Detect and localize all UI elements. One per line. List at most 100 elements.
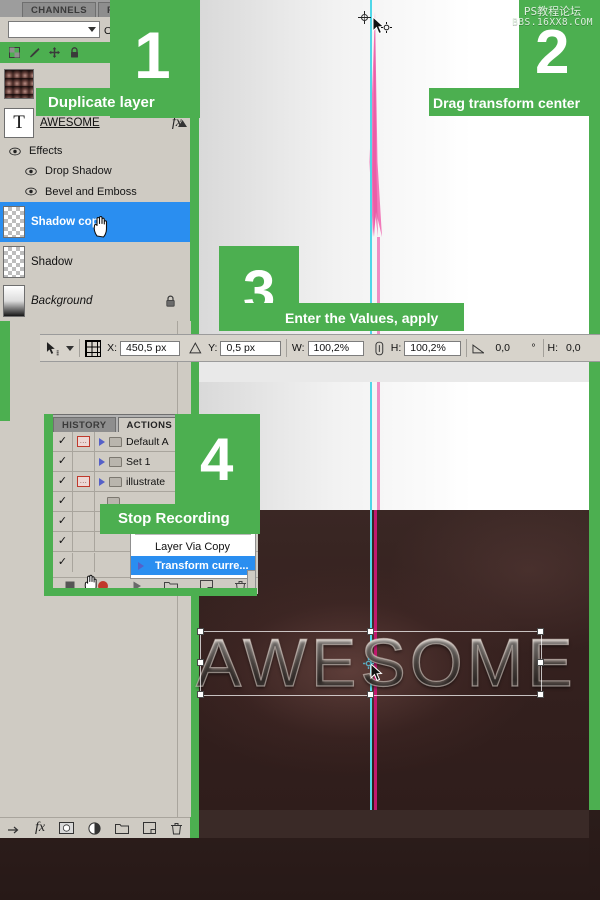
link-wh-icon[interactable] bbox=[374, 341, 385, 356]
lock-transparent-pixels-icon[interactable] bbox=[9, 47, 20, 58]
selection-handle-tl[interactable] bbox=[197, 628, 204, 635]
layer-row-effects[interactable]: Effects bbox=[0, 141, 190, 162]
lock-image-pixels-icon[interactable] bbox=[29, 47, 40, 58]
layer-row-background[interactable]: Background bbox=[0, 281, 190, 322]
callout-1-number: 1 bbox=[134, 18, 171, 92]
selection-handle-bl[interactable] bbox=[197, 691, 204, 698]
action-toggle-checkbox[interactable]: ✓ bbox=[53, 512, 73, 531]
folder-icon bbox=[109, 456, 122, 467]
callout-1-text: Duplicate layer bbox=[48, 94, 155, 111]
hand-cursor-icon bbox=[93, 215, 108, 238]
pink-stretched-shape bbox=[369, 12, 382, 237]
action-modal-toggle[interactable] bbox=[73, 552, 95, 572]
desktop-dark-strip bbox=[0, 838, 600, 900]
eye-icon[interactable] bbox=[25, 187, 37, 196]
degree-unit: ° bbox=[531, 342, 536, 354]
tab-channels[interactable]: CHANNELS bbox=[22, 2, 96, 17]
selection-handle-ml[interactable] bbox=[197, 659, 204, 666]
eye-icon[interactable] bbox=[9, 147, 21, 156]
action-toggle-checkbox[interactable]: ✓ bbox=[53, 552, 73, 572]
watermark-line-1: PS教程论坛 bbox=[523, 5, 582, 18]
layer-row-shadow-copy[interactable]: Shadow copy bbox=[0, 202, 190, 243]
action-toggle-checkbox[interactable]: ✓ bbox=[53, 432, 73, 451]
y-input[interactable]: 0,5 px bbox=[220, 340, 281, 356]
action-modal-toggle[interactable]: ... bbox=[73, 472, 95, 491]
action-toggle-checkbox[interactable]: ✓ bbox=[53, 452, 73, 471]
new-adjustment-layer-icon[interactable] bbox=[88, 821, 101, 835]
action-modal-toggle[interactable] bbox=[73, 532, 95, 551]
callout-2-number: 2 bbox=[535, 18, 570, 87]
add-layer-style-icon[interactable]: fx bbox=[35, 820, 45, 836]
callout-2-text: Drag transform center bbox=[433, 95, 581, 111]
expand-triangle-icon[interactable] bbox=[99, 457, 105, 466]
layer-row-label: Bevel and Emboss bbox=[45, 185, 137, 198]
options-divider bbox=[465, 339, 467, 357]
action-toggle-checkbox[interactable]: ✓ bbox=[53, 472, 73, 491]
context-menu-divider bbox=[135, 534, 251, 535]
folder-icon bbox=[109, 476, 122, 487]
expand-triangle-icon[interactable] bbox=[138, 562, 144, 570]
action-modal-toggle[interactable] bbox=[73, 452, 95, 471]
w-label: W: bbox=[291, 342, 305, 354]
layer-row-label: Background bbox=[31, 295, 93, 307]
tool-preset-chevron-icon[interactable] bbox=[65, 345, 74, 351]
expand-triangle-icon[interactable] bbox=[99, 477, 105, 486]
context-menu-item-transform-current[interactable]: Transform curre... bbox=[131, 556, 255, 575]
lock-position-icon[interactable] bbox=[49, 47, 60, 58]
action-modal-toggle[interactable] bbox=[73, 512, 95, 531]
callout-4-text: Stop Recording bbox=[118, 510, 230, 527]
action-toggle-checkbox[interactable]: ✓ bbox=[53, 492, 73, 511]
context-menu-item-layer-via-copy[interactable]: Layer Via Copy bbox=[131, 537, 255, 556]
skew-h-label: H: bbox=[547, 342, 559, 354]
selection-handle-tc[interactable] bbox=[367, 628, 374, 635]
lock-all-icon[interactable] bbox=[69, 47, 80, 58]
layer-row-bevel-emboss[interactable]: Bevel and Emboss bbox=[0, 181, 190, 203]
layer-row-drop-shadow[interactable]: Drop Shadow bbox=[0, 161, 190, 182]
selection-handle-tr[interactable] bbox=[537, 628, 544, 635]
action-modal-toggle[interactable] bbox=[73, 492, 95, 511]
desktop-dark-strip-right bbox=[589, 810, 600, 900]
layer-row-shadow[interactable]: Shadow bbox=[0, 242, 190, 282]
action-modal-toggle[interactable]: ... bbox=[73, 432, 95, 451]
skew-h-input[interactable]: 0,0 bbox=[561, 341, 600, 356]
x-input[interactable]: 450,5 px bbox=[120, 340, 181, 356]
action-toggle-checkbox[interactable]: ✓ bbox=[53, 532, 73, 551]
move-tool-icon[interactable] bbox=[46, 341, 61, 356]
selection-handle-bc[interactable] bbox=[367, 691, 374, 698]
link-layers-icon[interactable] bbox=[7, 823, 21, 834]
height-input[interactable]: 100,2% bbox=[404, 340, 461, 356]
desktop-dark-strip-canvas-bottom bbox=[199, 810, 589, 838]
rotate-icon bbox=[472, 343, 485, 353]
reference-point-grid[interactable] bbox=[84, 339, 102, 357]
tab-actions[interactable]: ACTIONS bbox=[117, 417, 182, 432]
blend-mode-select[interactable] bbox=[8, 21, 100, 38]
y-label: Y: bbox=[208, 342, 218, 354]
layer-thumbnail bbox=[3, 245, 25, 278]
selection-handle-br[interactable] bbox=[537, 691, 544, 698]
callout-frame-actions-left bbox=[44, 414, 53, 596]
callout-frame-left-edge bbox=[0, 321, 10, 421]
scroll-up-arrow-icon[interactable] bbox=[177, 118, 188, 129]
selection-handle-mr[interactable] bbox=[537, 659, 544, 666]
layer-row-label: Drop Shadow bbox=[45, 165, 112, 177]
width-input[interactable]: 100,2% bbox=[307, 340, 365, 356]
delete-layer-icon[interactable] bbox=[170, 822, 183, 835]
expand-triangle-icon[interactable] bbox=[99, 437, 105, 446]
lock-icon bbox=[166, 295, 175, 307]
eye-icon[interactable] bbox=[25, 167, 37, 176]
type-layer-thumbnail: T bbox=[4, 108, 34, 138]
callout-frame-actions-bottom bbox=[52, 588, 257, 596]
watermark: PS教程论坛 BBS.16XX8.COM bbox=[505, 6, 600, 28]
new-layer-icon[interactable] bbox=[143, 822, 157, 834]
relative-position-icon[interactable] bbox=[189, 342, 202, 354]
action-label: Set 1 bbox=[126, 455, 151, 468]
layer-lock-row bbox=[9, 47, 80, 58]
tab-history[interactable]: HISTORY bbox=[53, 417, 116, 432]
context-menu-scrollbar[interactable] bbox=[247, 570, 256, 590]
rotate-input[interactable]: 0,0 bbox=[490, 341, 531, 356]
add-layer-mask-icon[interactable] bbox=[59, 822, 75, 834]
transform-center-marker[interactable] bbox=[358, 11, 371, 24]
layer-thumbnail bbox=[3, 206, 25, 238]
options-divider bbox=[78, 339, 80, 357]
new-group-icon[interactable] bbox=[115, 823, 130, 834]
